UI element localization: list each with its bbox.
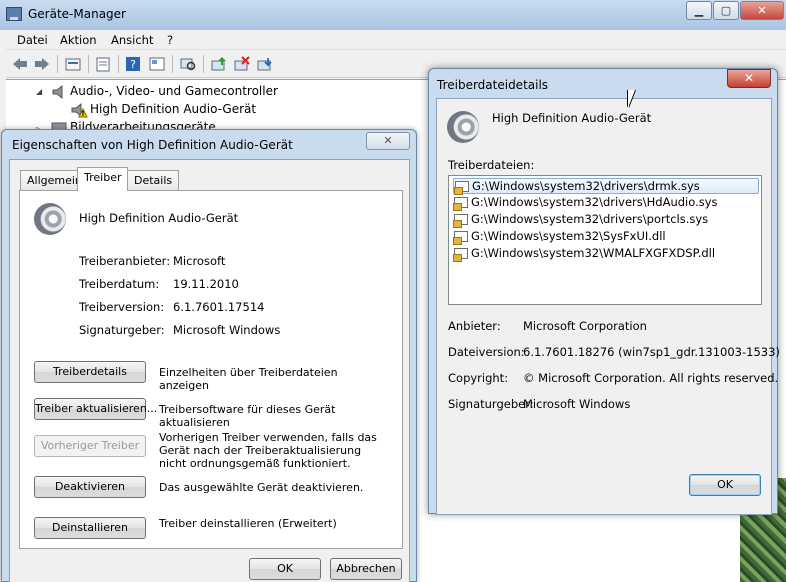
device-manager-icon: [6, 7, 22, 21]
warning-icon: !: [70, 102, 88, 121]
files-label: Treiberdateien:: [448, 158, 535, 172]
file-row[interactable]: G:\Windows\system32\drivers\drmk.sys: [453, 178, 759, 195]
back-arrow-icon[interactable]: [11, 56, 29, 72]
menu-aktion[interactable]: Aktion: [60, 33, 97, 47]
file-row[interactable]: G:\Windows\system32\drivers\portcls.sys: [453, 212, 759, 228]
cancel-button[interactable]: Abbrechen: [330, 558, 402, 580]
menu-datei[interactable]: Datei: [17, 33, 48, 47]
help-icon[interactable]: ?: [124, 56, 142, 72]
info-label: Signaturgeber:: [448, 397, 534, 411]
action-description: Vorherigen Treiber verwenden, falls das …: [159, 431, 377, 470]
dialog-title: Treiberdateidetails: [437, 78, 549, 92]
info-value: Microsoft Corporation: [523, 319, 647, 333]
view-icon[interactable]: [148, 56, 166, 72]
device-name: High Definition Audio-Gerät: [79, 211, 239, 225]
file-name: G:\Windows\system32\SysFxUI.dll: [471, 229, 666, 243]
file-icon: [453, 248, 468, 262]
driver-file-details-dialog: Treiberdateidetails ✕ High Definition Au…: [428, 68, 780, 515]
uninstall-button[interactable]: Deinstallieren: [34, 517, 146, 539]
driver-tab-panel: High Definition Audio-Gerät Treiberanbie…: [19, 190, 403, 549]
disable-button[interactable]: Deaktivieren: [34, 476, 146, 498]
file-icon: [453, 231, 468, 245]
device-name: High Definition Audio-Gerät: [492, 111, 652, 125]
disable-device-icon[interactable]: [256, 56, 274, 72]
field-label: Treiberdatum:: [79, 277, 160, 291]
info-value: Microsoft Windows: [523, 397, 631, 411]
file-name: G:\Windows\system32\drivers\drmk.sys: [472, 179, 700, 193]
action-description: Das ausgewählte Gerät deaktivieren.: [159, 481, 364, 494]
properties-icon[interactable]: [94, 56, 112, 72]
properties-dialog: Eigenschaften von High Definition Audio-…: [1, 129, 417, 582]
mouse-cursor-icon: [628, 90, 642, 108]
speaker-icon: [447, 111, 479, 143]
ok-button[interactable]: OK: [689, 474, 761, 496]
update-driver-icon[interactable]: [210, 56, 228, 72]
title-bar: Geräte-Manager ▁ ▢ ✕: [0, 0, 786, 30]
maximize-button[interactable]: ▢: [713, 1, 739, 20]
tree-item-audio-video[interactable]: Audio-, Video- und Gamecontroller: [70, 84, 278, 98]
field-label: Signaturgeber:: [79, 323, 165, 337]
driver-files-list[interactable]: G:\Windows\system32\drivers\drmk.sys G:\…: [448, 175, 762, 305]
forward-arrow-icon[interactable]: [33, 56, 51, 72]
speaker-icon: [51, 84, 67, 103]
up-folder-icon[interactable]: [64, 56, 82, 72]
dialog-body: High Definition Audio-Gerät Treiberdatei…: [436, 98, 780, 515]
file-row[interactable]: G:\Windows\system32\drivers\HdAudio.sys: [453, 195, 759, 211]
info-label: Copyright:: [448, 371, 509, 385]
field-value: Microsoft: [173, 254, 226, 268]
field-value: 6.1.7601.17514: [173, 300, 265, 314]
svg-text:?: ?: [130, 58, 136, 71]
field-value: 19.11.2010: [173, 277, 239, 291]
dialog-title: Eigenschaften von High Definition Audio-…: [12, 138, 293, 152]
ok-button[interactable]: OK: [249, 558, 321, 580]
field-value: Microsoft Windows: [173, 323, 281, 337]
window-title: Geräte-Manager: [28, 7, 126, 21]
info-value: © Microsoft Corporation. All rights rese…: [523, 371, 779, 385]
svg-text:!: !: [81, 110, 84, 118]
dialog-body: Allgemein Treiber Details High Definitio…: [9, 159, 410, 582]
tab-details[interactable]: Details: [127, 170, 180, 190]
file-name: G:\Windows\system32\drivers\portcls.sys: [471, 212, 709, 226]
close-button[interactable]: ✕: [366, 132, 410, 150]
driver-details-button[interactable]: Treiberdetails: [34, 361, 146, 383]
scan-hardware-icon[interactable]: [179, 56, 197, 72]
speaker-icon: [34, 203, 66, 235]
action-description: Einzelheiten über Treiberdateien anzeige…: [159, 366, 338, 392]
file-row[interactable]: G:\Windows\system32\SysFxUI.dll: [453, 229, 759, 245]
file-name: G:\Windows\system32\WMALFXGFXDSP.dll: [471, 246, 716, 260]
file-name: G:\Windows\system32\drivers\HdAudio.sys: [471, 195, 718, 209]
update-driver-button[interactable]: Treiber aktualisieren...: [34, 398, 157, 420]
menu-ansicht[interactable]: Ansicht: [111, 33, 153, 47]
action-description: Treiber deinstallieren (Erweitert): [159, 517, 337, 530]
info-label: Dateiversion:: [448, 345, 525, 359]
file-icon: [453, 197, 468, 211]
close-button[interactable]: ✕: [727, 69, 771, 88]
info-value: 6.1.7601.18276 (win7sp1_gdr.131003-1533): [523, 345, 780, 359]
action-description: Treibersoftware für dieses Gerät aktuali…: [159, 403, 336, 429]
menu-bar: Datei Aktion Ansicht ?: [6, 30, 786, 50]
field-label: Treiberanbieter:: [79, 254, 171, 268]
minimize-button[interactable]: ▁: [686, 1, 712, 20]
close-button[interactable]: ✕: [740, 1, 784, 20]
tab-treiber[interactable]: Treiber: [77, 167, 129, 191]
file-icon: [454, 181, 469, 195]
field-label: Treiberversion:: [79, 300, 165, 314]
info-label: Anbieter:: [448, 319, 501, 333]
file-row[interactable]: G:\Windows\system32\WMALFXGFXDSP.dll: [453, 246, 759, 262]
menu-help[interactable]: ?: [167, 33, 173, 47]
file-icon: [453, 214, 468, 228]
uninstall-icon[interactable]: [233, 56, 251, 72]
collapse-icon[interactable]: ◢: [36, 87, 42, 96]
tree-item-hd-audio[interactable]: High Definition Audio-Gerät: [90, 102, 256, 116]
rollback-driver-button[interactable]: Vorheriger Treiber: [34, 435, 146, 457]
